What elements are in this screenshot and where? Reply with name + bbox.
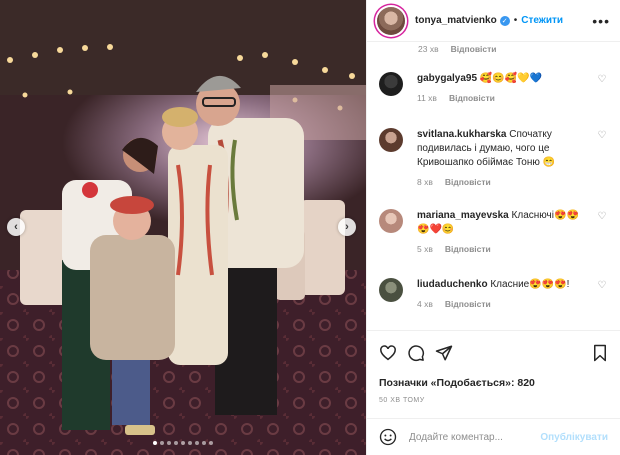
post-header: tonya_matvienko ✓ • Стежити ••• xyxy=(367,0,620,42)
comment-time: 5 хв xyxy=(417,244,433,254)
comment-time: 4 хв xyxy=(417,299,433,309)
comment-time: 8 хв xyxy=(417,177,433,187)
publish-button[interactable]: Опублікувати xyxy=(540,432,608,443)
comment-icon[interactable] xyxy=(407,344,425,362)
post-timestamp[interactable]: 50 ХВ ТОМУ xyxy=(379,397,608,404)
comment-meta: 11 хв Відповісти xyxy=(417,91,590,105)
comment-time: 23 хв xyxy=(418,44,439,54)
author-avatar[interactable] xyxy=(377,6,405,35)
carousel-dot xyxy=(202,441,206,445)
chevron-right-icon[interactable]: › xyxy=(338,218,356,236)
post-sidebar: tonya_matvienko ✓ • Стежити ••• 23 хв Ві… xyxy=(366,0,620,455)
carousel-dot xyxy=(153,441,157,445)
carousel-dot xyxy=(167,441,171,445)
verified-icon: ✓ xyxy=(499,15,510,26)
like-comment-heart-icon[interactable]: ♡ xyxy=(596,278,608,311)
comment-meta: 5 хв Відповісти xyxy=(417,242,590,256)
comment-time: 11 хв xyxy=(417,93,437,103)
more-icon[interactable]: ••• xyxy=(592,13,610,29)
follow-button[interactable]: Стежити xyxy=(521,15,563,26)
commenter-avatar[interactable] xyxy=(379,209,403,233)
instagram-post-dialog: ‹ › tonya_matvienko ✓ • Стежити ••• 23 х… xyxy=(0,0,620,455)
reply-button[interactable]: Відповісти xyxy=(449,91,495,105)
carousel-dot xyxy=(160,441,164,445)
comment-item: mariana_mayevska Класнючі😍😍 😍❤️😊 5 хв Ві… xyxy=(379,209,608,256)
comment-text: 🥰😊🥰💛💙 xyxy=(479,73,543,84)
carousel-dot xyxy=(181,441,185,445)
reply-button[interactable]: Відповісти xyxy=(445,175,491,189)
comment-meta: 23 хв Відповісти xyxy=(418,44,497,54)
likes-count: 820 xyxy=(517,377,535,389)
post-actions: Позначки «Подобається»: 820 50 ХВ ТОМУ xyxy=(367,330,620,404)
share-icon[interactable] xyxy=(435,344,453,362)
commenter-username[interactable]: svitlana.kukharska xyxy=(417,129,507,140)
carousel-dot xyxy=(209,441,213,445)
comment-item: svitlana.kukharska Спочатку подивилась і… xyxy=(379,128,608,189)
reply-button[interactable]: Відповісти xyxy=(451,44,497,54)
comment-meta: 8 хв Відповісти xyxy=(417,175,590,189)
carousel-dot xyxy=(195,441,199,445)
comment-input[interactable]: Додайте коментар... xyxy=(409,432,540,443)
comment-item: gabygalya95 🥰😊🥰💛💙 11 хв Відповісти ♡ xyxy=(379,72,608,105)
like-comment-heart-icon[interactable]: ♡ xyxy=(596,209,608,256)
commenter-username[interactable]: mariana_mayevska xyxy=(417,210,509,221)
author-username[interactable]: tonya_matvienko xyxy=(415,15,497,26)
header-separator: • xyxy=(513,15,518,26)
bookmark-icon[interactable] xyxy=(592,344,608,362)
comment-text: Класние😍😍😍! xyxy=(490,279,570,290)
commenter-username[interactable]: liudaduchenko xyxy=(417,279,488,290)
chevron-left-icon[interactable]: ‹ xyxy=(7,218,25,236)
likes-label: Позначки «Подобається»: xyxy=(379,377,518,389)
commenter-avatar[interactable] xyxy=(379,128,403,152)
comment-meta: 4 хв Відповісти xyxy=(417,297,590,311)
like-comment-heart-icon[interactable]: ♡ xyxy=(596,128,608,189)
emoji-icon[interactable] xyxy=(379,428,397,446)
carousel-dot xyxy=(174,441,178,445)
commenter-avatar[interactable] xyxy=(379,278,403,302)
carousel-dots xyxy=(0,441,366,445)
reply-button[interactable]: Відповісти xyxy=(445,297,491,311)
heart-icon[interactable] xyxy=(379,344,397,362)
post-photo xyxy=(0,0,366,455)
carousel-dot xyxy=(188,441,192,445)
add-comment-bar: Додайте коментар... Опублікувати xyxy=(367,418,620,455)
commenter-username[interactable]: gabygalya95 xyxy=(417,73,477,84)
like-comment-heart-icon[interactable]: ♡ xyxy=(596,72,608,105)
post-media[interactable]: ‹ › xyxy=(0,0,366,455)
reply-button[interactable]: Відповісти xyxy=(445,242,491,256)
comments-list[interactable]: 23 хв Відповісти gabygalya95 🥰😊🥰💛💙 11 хв… xyxy=(367,42,620,330)
comment-item: liudaduchenko Класние😍😍😍! 4 хв Відповіст… xyxy=(379,278,608,311)
commenter-avatar[interactable] xyxy=(379,72,403,96)
likes-summary[interactable]: Позначки «Подобається»: 820 xyxy=(379,377,608,389)
